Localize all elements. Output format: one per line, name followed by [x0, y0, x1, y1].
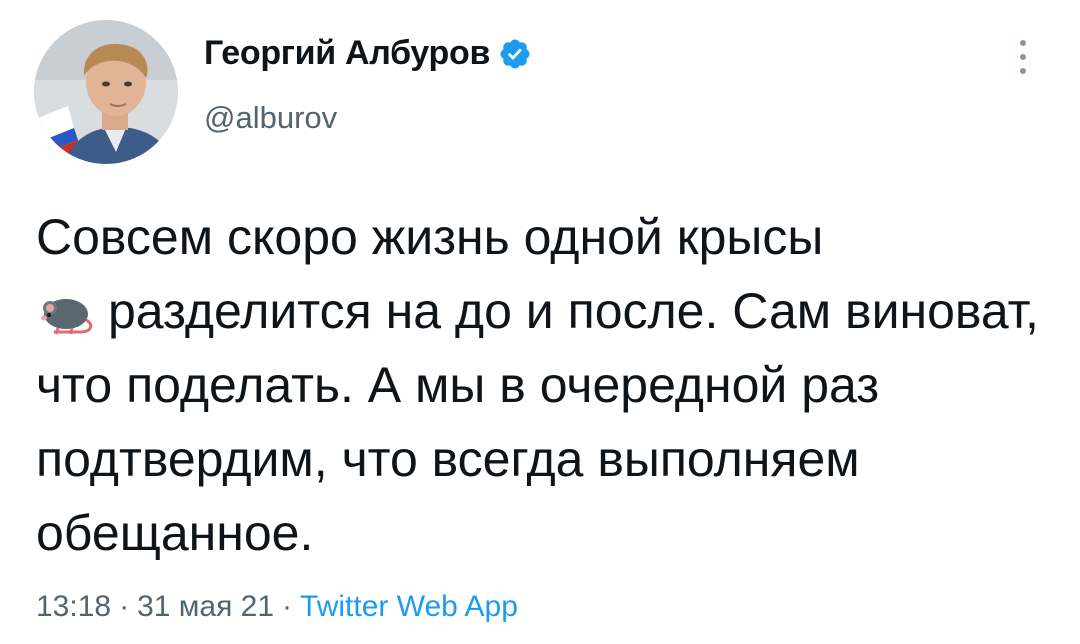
profile-photo-icon [34, 20, 178, 164]
display-name[interactable]: Георгий Албуров [204, 34, 490, 73]
dot [1020, 68, 1026, 74]
avatar[interactable] [34, 20, 178, 164]
separator: · [119, 590, 130, 623]
tweet-time[interactable]: 13:18 [36, 590, 111, 623]
rat-emoji-icon [36, 284, 94, 335]
tweet-text: Совсем скоро жизнь одной крысы разделитс… [36, 200, 1046, 570]
tweet-meta: 13:18 · 31 мая 21 · Twitter Web App [36, 590, 518, 624]
author-handle[interactable]: @alburov [204, 100, 337, 136]
verified-badge-icon [498, 37, 532, 71]
dot [1020, 40, 1026, 46]
separator: · [282, 590, 293, 623]
tweet-date[interactable]: 31 мая 21 [137, 590, 274, 623]
tweet-source-link[interactable]: Twitter Web App [300, 590, 518, 623]
tweet-text-part-2: разделится на до и после. Сам виноват, ч… [36, 283, 1039, 561]
author-name-row[interactable]: Георгий Албуров [204, 34, 532, 73]
tweet-text-part-1: Совсем скоро жизнь одной крысы [36, 209, 824, 265]
more-options-icon[interactable] [1012, 40, 1034, 74]
dot [1020, 54, 1026, 60]
